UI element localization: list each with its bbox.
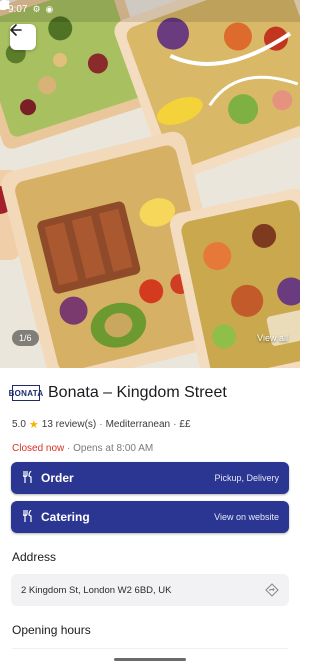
brand-logo-text: BONATA [8, 388, 44, 398]
cutlery-icon [21, 470, 35, 486]
status-time: 9:07 [8, 3, 28, 15]
battery-icon [0, 0, 6, 10]
cuisine: Mediterranean [105, 419, 171, 430]
rating-value: 5.0 [12, 419, 26, 430]
address-field[interactable]: 2 Kingdom St, London W2 6BD, UK [11, 574, 289, 606]
view-all-photos-link[interactable]: View all [257, 333, 288, 343]
order-button[interactable]: Order Pickup, Delivery [11, 462, 289, 494]
price-level: ££ [179, 419, 191, 430]
restaurant-header: BONATA Bonata – Kingdom Street [9, 384, 288, 402]
separator-dot: · [99, 419, 103, 430]
order-label: Order [41, 471, 74, 485]
photo-counter: 1/6 [12, 330, 39, 346]
rating-row[interactable]: 5.0 ★ 13 review(s) · Mediterranean · ££ [12, 418, 191, 431]
settings-icon: ⚙ [32, 3, 41, 14]
separator-dot: · [173, 419, 177, 430]
review-count[interactable]: 13 review(s) [42, 419, 96, 430]
address-heading: Address [12, 550, 57, 564]
food-photo [0, 0, 300, 368]
opening-status: Closed now · Opens at 8:00 AM [12, 443, 153, 454]
status-bar: 9:07 ⚙ ◉ [0, 0, 300, 18]
back-button[interactable] [10, 24, 36, 50]
shield-icon: ◉ [45, 3, 54, 14]
arrow-left-icon [10, 24, 22, 36]
closed-status: Closed now [12, 443, 65, 454]
home-indicator[interactable] [114, 658, 186, 661]
opening-hours-heading: Opening hours [12, 623, 91, 637]
star-icon: ★ [28, 419, 39, 431]
catering-label: Catering [41, 510, 90, 524]
catering-button[interactable]: Catering View on website [11, 501, 289, 533]
address-value: 2 Kingdom St, London W2 6BD, UK [21, 584, 172, 596]
restaurant-name: Bonata – Kingdom Street [48, 384, 227, 401]
directions-icon[interactable] [265, 583, 279, 597]
order-options: Pickup, Delivery [214, 473, 279, 483]
divider [12, 648, 288, 649]
cutlery-icon [21, 509, 35, 525]
brand-logo: BONATA [9, 385, 43, 401]
opens-time: Opens at 8:00 AM [73, 443, 154, 454]
hero-photo[interactable]: 9:07 ⚙ ◉ 1/6 View all [0, 0, 300, 368]
catering-link: View on website [214, 512, 279, 522]
